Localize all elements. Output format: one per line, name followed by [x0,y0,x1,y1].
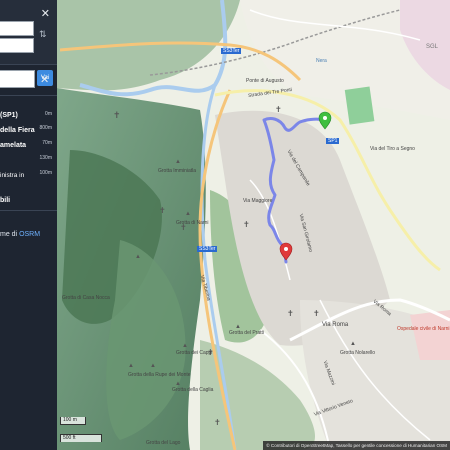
profile-select[interactable] [0,70,35,88]
svg-text:✝: ✝ [113,110,121,120]
divider [0,64,57,65]
map-label: Grotta del Pratti [229,330,265,336]
route-step[interactable]: amelata [0,142,26,149]
svg-text:✝: ✝ [214,418,221,427]
route-step-distance: 70m [42,140,52,146]
route-step-distance: 100m [39,170,52,176]
svg-text:✝: ✝ [275,105,282,114]
svg-text:✝: ✝ [159,206,166,215]
road-shield: SS3Ter [221,48,242,54]
destination-input[interactable] [0,38,34,53]
close-icon[interactable]: ✕ [41,9,50,20]
route-step-distance: 130m [39,155,52,161]
map-canvas[interactable]: ▲ ▲ ▲ ▲ ▲ ▲ ▲ ▲ ▲ ✝ ✝ ✝ ✝ ✝ ✝ ✝ ✝ ✝ [0,0,450,450]
map-label: Grotta della Rupe dei Monte [128,372,191,378]
osrm-credit-text: me di [0,231,20,238]
svg-text:▲: ▲ [175,159,181,165]
map-label: Grotta di Narni [176,220,209,226]
map-label: Via Roma [322,322,349,328]
map-label: Grotta dei Cappi [176,350,213,356]
swap-icon[interactable]: ⇅ [39,29,47,40]
park-area [344,86,375,125]
close-route-icon[interactable]: ✕ [40,75,49,86]
route-step-distance: 800m [39,125,52,131]
map-label: Grotta del Lago [146,440,181,446]
svg-text:▲: ▲ [150,363,156,369]
svg-text:▲: ▲ [128,363,134,369]
osrm-credit: me di OSRM [0,231,40,238]
start-input[interactable] [0,21,34,36]
route-step[interactable]: (SP1) [0,112,18,119]
svg-text:✝: ✝ [313,309,320,318]
road-shield: SP1 [326,138,340,144]
divider [0,210,57,211]
svg-text:▲: ▲ [182,343,188,349]
map-label: SGL [426,44,439,50]
svg-text:✝: ✝ [243,220,250,229]
map-label: Via del Tiro a Segno [370,146,415,152]
route-step-distance: 0m [45,111,52,117]
svg-text:✝: ✝ [287,309,294,318]
svg-text:▲: ▲ [350,341,356,347]
map-label: Ponte di Augusto [246,78,284,84]
map-label: Grotta di Casa Nocca [62,295,110,301]
divider [0,95,57,96]
map-label: Grotta Imminiatla [158,168,197,174]
svg-text:▲: ▲ [185,211,191,217]
routing-panel: ✕ ⇅ Vai ✕ (SP1) 0m della Fiera 800m amel… [0,0,57,450]
route-step[interactable]: inistra in [0,172,24,179]
route-step[interactable]: della Fiera [0,127,35,134]
scale-bar-metric: 100 m [60,417,86,425]
map-attribution[interactable]: © Contributori di OpenStreetMap, Tassell… [263,441,450,450]
svg-text:▲: ▲ [135,254,141,260]
road-shield: SS3Ter [197,246,218,252]
osrm-link[interactable]: OSRM [19,231,40,238]
map-label: Grotta della Caglia [172,387,214,393]
map-label: Nera [316,58,327,64]
map-label: Via Maggiore [243,198,273,204]
map-label: Ospedale civile di Narni [397,326,450,332]
scale-bar-imperial: 500 ft [60,434,102,442]
map-label: Grotta Nolarello [340,350,376,356]
route-step[interactable]: bili [0,197,10,204]
